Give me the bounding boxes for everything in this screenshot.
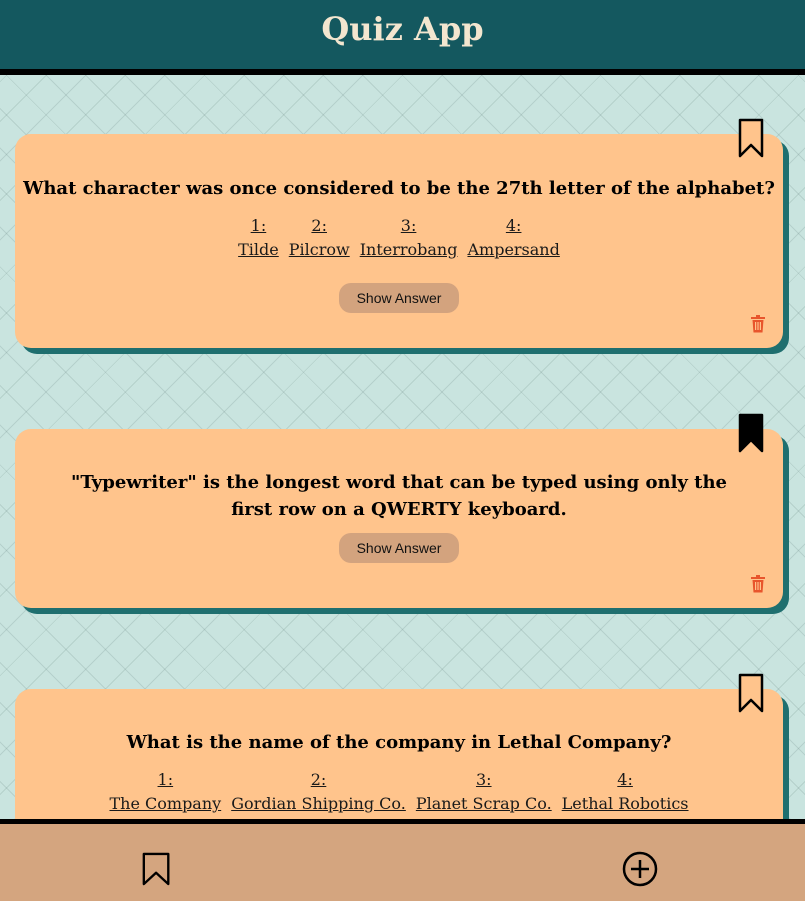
- answer-number: 4:: [505, 216, 522, 235]
- app-title: Quiz App: [321, 9, 484, 48]
- answer-text: Gordian Shipping Co.: [231, 794, 406, 813]
- answer-option[interactable]: 2: Pilcrow: [289, 214, 350, 262]
- answer-option[interactable]: 4: Lethal Robotics: [562, 768, 689, 816]
- trash-icon[interactable]: [751, 575, 765, 593]
- answer-number: 1:: [157, 770, 174, 789]
- bookmark-icon[interactable]: [141, 851, 173, 887]
- question-card: "Typewriter" is the longest word that ca…: [15, 413, 783, 608]
- answer-text: Lethal Robotics: [561, 794, 689, 813]
- answer-number: 2:: [310, 770, 327, 789]
- answer-option[interactable]: 2: Gordian Shipping Co.: [231, 768, 406, 816]
- answer-text: The Company: [109, 794, 222, 813]
- show-answer-button[interactable]: Show Answer: [339, 283, 459, 313]
- question-text: "Typewriter" is the longest word that ca…: [71, 472, 727, 520]
- answer-option[interactable]: 1: Tilde: [238, 214, 279, 262]
- answer-number: 1:: [250, 216, 267, 235]
- answer-number: 3:: [400, 216, 417, 235]
- answer-option[interactable]: 4: Ampersand: [467, 214, 559, 262]
- answer-text: Tilde: [238, 240, 279, 259]
- add-circle-icon[interactable]: [622, 851, 658, 887]
- answer-number: 4:: [617, 770, 633, 789]
- answer-option[interactable]: 3: Planet Scrap Co.: [416, 768, 552, 816]
- answer-number: 2:: [311, 216, 327, 235]
- answer-text: Ampersand: [467, 240, 560, 259]
- question-card: What character was once considered to be…: [15, 118, 783, 348]
- answer-number: 3:: [475, 770, 492, 789]
- answer-list: 1: The Company 2: Gordian Shipping Co. 3…: [15, 768, 783, 816]
- answer-option[interactable]: 3: Interrobang: [360, 214, 458, 262]
- bookmark-icon[interactable]: [738, 673, 764, 713]
- question-text: What character was once considered to be…: [23, 178, 775, 199]
- answer-list: 1: Tilde 2: Pilcrow 3: Interrobang 4: Am…: [15, 214, 783, 262]
- answer-text: Planet Scrap Co.: [415, 794, 552, 813]
- answer-text: Interrobang: [359, 240, 458, 259]
- show-answer-button[interactable]: Show Answer: [339, 533, 459, 563]
- bottom-nav: [0, 819, 805, 901]
- app-header: Quiz App: [0, 0, 805, 75]
- trash-icon[interactable]: [751, 315, 765, 333]
- bookmark-icon[interactable]: [738, 118, 764, 158]
- answer-option[interactable]: 1: The Company: [109, 768, 221, 816]
- answer-text: Pilcrow: [288, 240, 350, 259]
- question-text: What is the name of the company in Letha…: [126, 732, 672, 753]
- bookmark-filled-icon[interactable]: [738, 413, 764, 453]
